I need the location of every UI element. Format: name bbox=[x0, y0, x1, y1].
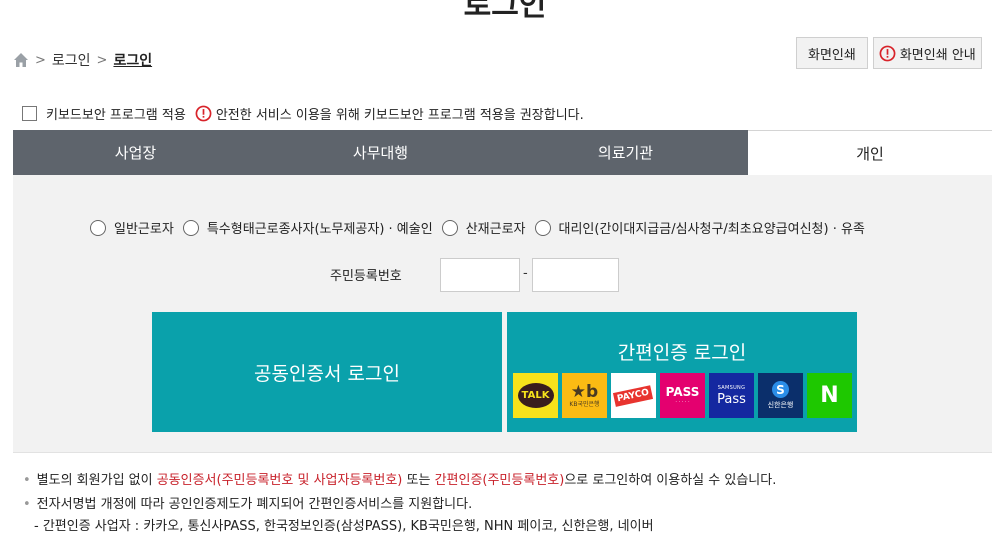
kb-star-icon: ★b bbox=[570, 381, 599, 402]
notice-text: 별도의 회원가입 없이 bbox=[36, 473, 157, 488]
naver-logo-text: N bbox=[820, 383, 839, 408]
ssn-back-input[interactable] bbox=[532, 258, 619, 292]
radio-label: 산재근로자 bbox=[465, 222, 526, 237]
notice-highlight: 간편인증(주민등록번호) bbox=[434, 473, 565, 488]
kakao-logo-text: TALK bbox=[517, 383, 554, 408]
ssn-front-input[interactable] bbox=[440, 258, 520, 292]
user-type-radio-group: 일반근로자 특수형태근로종사자(노무제공자) · 예술인 산재근로자 대리인(간… bbox=[90, 218, 874, 237]
tab-agency[interactable]: 사무대행 bbox=[258, 130, 503, 175]
kb-logo-text: KB국민은행 bbox=[569, 400, 600, 408]
login-type-tabs: 사업장 사무대행 의료기관 개인 bbox=[13, 130, 992, 175]
notice-text: 또는 bbox=[402, 473, 435, 488]
radio-label: 대리인(간이대지급금/심사청구/최초요양급여신청) · 유족 bbox=[558, 222, 865, 237]
keyboard-security-checkbox[interactable] bbox=[22, 106, 37, 121]
breadcrumb-current[interactable]: 로그인 bbox=[113, 50, 152, 70]
notice-text: 으로 로그인하여 이용하실 수 있습니다. bbox=[564, 473, 777, 488]
radio-label: 특수형태근로종사자(노무제공자) · 예술인 bbox=[206, 222, 433, 237]
tab-individual[interactable]: 개인 bbox=[748, 130, 992, 175]
alert-icon bbox=[195, 105, 212, 122]
keyboard-security-row: 키보드보안 프로그램 적용 안전한 서비스 이용을 위해 키보드보안 프로그램 … bbox=[22, 104, 584, 123]
certificate-login-button[interactable]: 공동인증서 로그인 bbox=[152, 312, 502, 432]
radio-injured-worker[interactable]: 산재근로자 bbox=[441, 218, 526, 237]
print-button[interactable]: 화면인쇄 bbox=[796, 37, 868, 69]
page-title: 로그인 bbox=[463, 0, 547, 23]
notice-line: - 간편인증 사업자 : 카카오, 통신사PASS, 한국정보인증(삼성PASS… bbox=[34, 515, 654, 534]
radio-special-worker[interactable]: 특수형태근로종사자(노무제공자) · 예술인 bbox=[182, 218, 433, 237]
kakao-logo[interactable]: TALK bbox=[513, 373, 558, 418]
pass-logo-text: PASS bbox=[665, 385, 700, 399]
login-panel: 일반근로자 특수형태근로종사자(노무제공자) · 예술인 산재근로자 대리인(간… bbox=[13, 175, 992, 453]
radio-label: 일반근로자 bbox=[114, 222, 174, 237]
print-buttons: 화면인쇄 화면인쇄 안내 bbox=[796, 37, 982, 69]
bullet-icon: • bbox=[23, 473, 31, 488]
bullet-icon: • bbox=[23, 497, 31, 512]
print-guide-label: 화면인쇄 안내 bbox=[899, 47, 976, 63]
breadcrumb-separator: > bbox=[35, 52, 46, 68]
print-button-label: 화면인쇄 bbox=[808, 47, 856, 63]
breadcrumb-item[interactable]: 로그인 bbox=[52, 50, 91, 70]
keyboard-security-notice: 안전한 서비스 이용을 위해 키보드보안 프로그램 적용을 권장합니다. bbox=[215, 108, 584, 123]
shinhan-logo-text: 신한은행 bbox=[767, 401, 794, 409]
notice-text: - 간편인증 사업자 : 카카오, 통신사PASS, 한국정보인증(삼성PASS… bbox=[34, 519, 654, 534]
notice-line: • 별도의 회원가입 없이 공동인증서(주민등록번호 및 사업자등록번호) 또는 … bbox=[23, 469, 776, 488]
easy-auth-login-button[interactable]: 간편인증 로그인 TALK ★b KB국민은행 PAYCO PASS · · ·… bbox=[507, 312, 857, 432]
breadcrumb-separator: > bbox=[96, 52, 108, 68]
notice-highlight: 공동인증서(주민등록번호 및 사업자등록번호) bbox=[156, 473, 403, 488]
samsung-pass-logo[interactable]: SAMSUNG Pass bbox=[709, 373, 754, 418]
pass-logo[interactable]: PASS · · · · · bbox=[660, 373, 705, 418]
home-icon[interactable] bbox=[13, 52, 29, 68]
payco-logo[interactable]: PAYCO bbox=[611, 373, 656, 418]
shinhan-logo[interactable]: S 신한은행 bbox=[758, 373, 803, 418]
naver-logo[interactable]: N bbox=[807, 373, 852, 418]
shinhan-mark-icon: S bbox=[772, 381, 789, 398]
notice-box: • 별도의 회원가입 없이 공동인증서(주민등록번호 및 사업자등록번호) 또는 … bbox=[13, 452, 992, 537]
radio-button[interactable] bbox=[182, 219, 199, 236]
radio-button[interactable] bbox=[90, 219, 106, 236]
alert-icon bbox=[879, 45, 896, 61]
radio-proxy[interactable]: 대리인(간이대지급금/심사청구/최초요양급여신청) · 유족 bbox=[534, 218, 865, 237]
payco-logo-text: PAYCO bbox=[613, 384, 654, 407]
kb-logo[interactable]: ★b KB국민은행 bbox=[562, 373, 607, 418]
keyboard-security-label[interactable]: 키보드보안 프로그램 적용 bbox=[46, 104, 186, 123]
print-guide-button[interactable]: 화면인쇄 안내 bbox=[872, 37, 982, 69]
easy-auth-provider-list: TALK ★b KB국민은행 PAYCO PASS · · · · · SAMS… bbox=[513, 373, 852, 418]
ssn-label: 주민등록번호 bbox=[330, 269, 402, 284]
tab-medical[interactable]: 의료기관 bbox=[503, 130, 748, 175]
radio-button[interactable] bbox=[534, 219, 551, 236]
certificate-login-label: 공동인증서 로그인 bbox=[254, 362, 400, 385]
notice-line: • 전자서명법 개정에 따라 공인인증제도가 폐지되어 간편인증서비스를 지원합니… bbox=[23, 493, 472, 512]
easy-auth-login-label: 간편인증 로그인 bbox=[617, 342, 747, 364]
samsung-wordmark-icon: SAMSUNG bbox=[717, 384, 746, 391]
notice-text: 전자서명법 개정에 따라 공인인증제도가 폐지되어 간편인증서비스를 지원합니다… bbox=[36, 497, 473, 512]
samsung-pass-logo-text: Pass bbox=[717, 391, 746, 407]
radio-button[interactable] bbox=[441, 219, 458, 236]
ssn-separator: - bbox=[523, 266, 528, 281]
tab-business[interactable]: 사업장 bbox=[13, 130, 258, 175]
radio-general-worker[interactable]: 일반근로자 bbox=[90, 218, 174, 237]
pass-logo-subtext: · · · · · bbox=[675, 399, 690, 405]
breadcrumb: > 로그인 > 로그인 bbox=[13, 50, 152, 70]
